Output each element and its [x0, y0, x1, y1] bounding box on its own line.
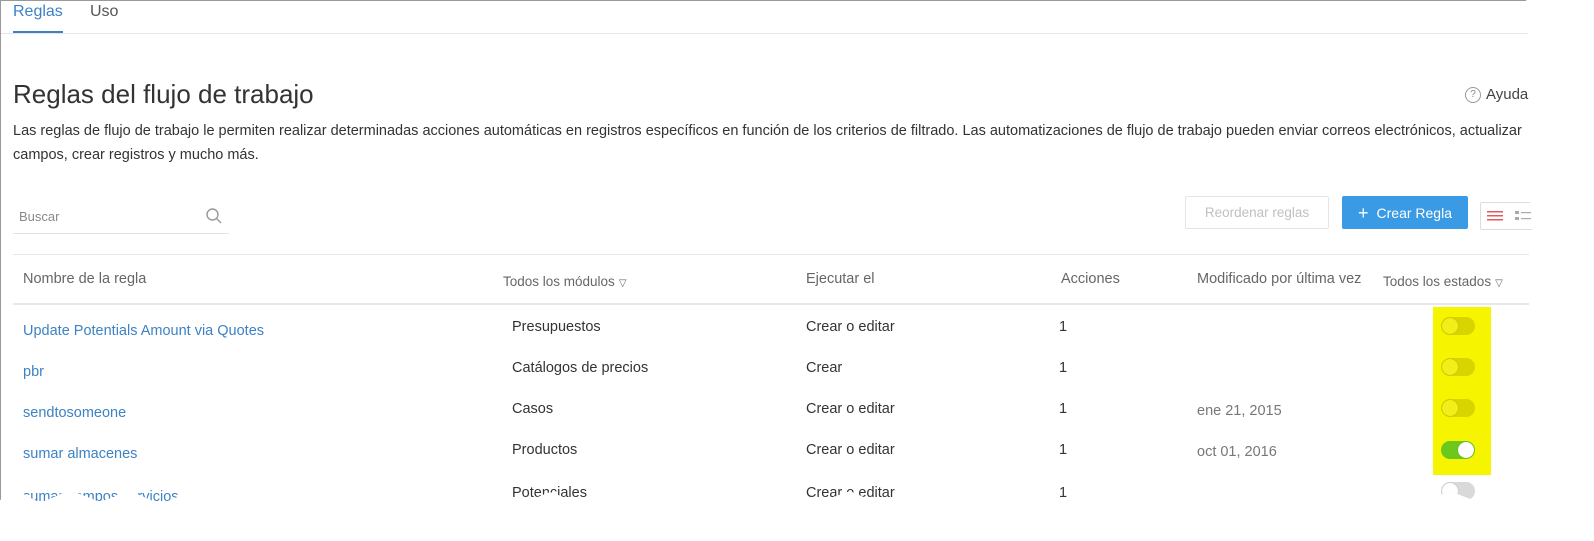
header-modules-filter[interactable]: Todos los módulos ▽ [503, 274, 627, 289]
rule-name-link[interactable]: sendtosomeone [23, 405, 126, 421]
status-toggle[interactable] [1441, 441, 1475, 459]
rule-execute: Crear o editar [806, 485, 895, 501]
header-actions: Acciones [1061, 271, 1120, 287]
rule-module: Potenciales [512, 485, 587, 501]
rule-execute: Crear [806, 360, 843, 376]
page-title: Reglas del flujo de trabajo [13, 79, 314, 109]
table-row: sumar campos servicios Potenciales Crear… [13, 475, 1529, 505]
status-toggle[interactable] [1441, 482, 1475, 500]
rule-modified-date: ene 21, 2015 [1197, 403, 1282, 419]
search-input[interactable] [13, 201, 205, 231]
create-rule-label: Crear Regla [1376, 204, 1452, 221]
header-rule-name[interactable]: Nombre de la regla [23, 271, 146, 287]
status-toggle[interactable] [1441, 399, 1475, 417]
rule-execute: Crear o editar [806, 319, 895, 335]
status-toggle[interactable] [1441, 358, 1475, 376]
help-link[interactable]: ? Ayuda [1465, 86, 1528, 103]
rule-execute: Crear o editar [806, 401, 895, 417]
header-execute: Ejecutar el [806, 271, 875, 287]
rule-name-link[interactable]: Update Potentials Amount via Quotes [23, 323, 264, 339]
list-view-icon[interactable] [1481, 203, 1509, 229]
view-toggle [1480, 202, 1538, 230]
header-status-label: Todos los estados [1383, 274, 1492, 289]
rule-actions-count: 1 [1059, 442, 1068, 458]
table-row: sendtosomeone Casos Crear o editar 1 ene… [13, 393, 1529, 434]
search-box [13, 201, 229, 234]
rule-name-link[interactable]: pbr [23, 364, 44, 380]
reorder-rules-button[interactable]: Reordenar reglas [1185, 196, 1329, 229]
table-row: Update Potentials Amount via Quotes Pres… [13, 311, 1529, 352]
rule-modified-date: oct 01, 2016 [1197, 444, 1277, 460]
rule-name-link[interactable]: sumar campos servicios [23, 489, 179, 505]
tab-bar: Reglas Uso [1, 1, 1538, 34]
create-rule-button[interactable]: + Crear Regla [1342, 196, 1468, 229]
filter-icon: ▽ [618, 278, 627, 289]
workflow-rules-window: Reglas Uso Reglas del flujo de trabajo ?… [0, 0, 1538, 505]
status-toggle[interactable] [1441, 317, 1475, 335]
filter-icon: ▽ [1495, 278, 1503, 289]
search-icon[interactable] [205, 207, 223, 230]
rule-module: Catálogos de precios [512, 360, 649, 376]
rule-actions-count: 1 [1059, 360, 1068, 376]
table-row: sumar almacenes Productos Crear o editar… [13, 434, 1529, 475]
rule-module: Productos [512, 442, 578, 458]
tab-uso[interactable]: Uso [90, 3, 118, 21]
rule-module: Presupuestos [512, 319, 601, 335]
plus-icon: + [1358, 202, 1369, 223]
page-description: Las reglas de flujo de trabajo le permit… [13, 123, 1522, 163]
rule-actions-count: 1 [1059, 485, 1068, 501]
rule-execute: Crear o editar [806, 442, 895, 458]
header-status-filter[interactable]: Todos los estados ▽ [1383, 274, 1503, 289]
header-modified[interactable]: Modificado por última vez [1197, 271, 1361, 287]
header-modules-label: Todos los módulos [503, 274, 615, 289]
rule-name-link[interactable]: sumar almacenes [23, 446, 137, 462]
help-icon: ? [1465, 86, 1481, 103]
rule-module: Casos [512, 401, 554, 417]
rule-actions-count: 1 [1059, 319, 1068, 335]
table-header: Nombre de la regla Todos los módulos ▽ Ej… [13, 254, 1529, 305]
detail-view-icon[interactable] [1509, 203, 1537, 229]
rule-actions-count: 1 [1059, 401, 1068, 417]
table-row: pbr Catálogos de precios Crear 1 [13, 352, 1529, 393]
tab-reglas[interactable]: Reglas [13, 3, 63, 33]
help-label: Ayuda [1486, 86, 1529, 103]
